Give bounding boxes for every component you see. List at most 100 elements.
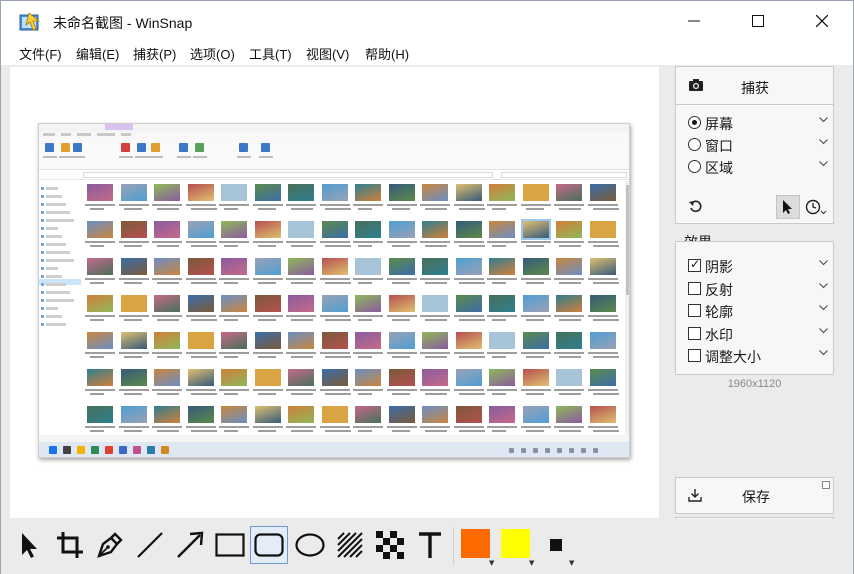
shot-thumbnail-caption (592, 282, 619, 284)
secondary-color-dropdown-icon[interactable]: ▼ (529, 559, 534, 567)
mode-region[interactable]: 区域 (688, 157, 828, 177)
effect-outline[interactable]: 轮廓 (688, 301, 828, 321)
shot-ribbon-icon (61, 143, 70, 152)
select-tool[interactable] (11, 526, 49, 564)
shot-thumbnail-grid (84, 184, 624, 442)
line-tool[interactable] (131, 526, 169, 564)
menu-view[interactable]: 视图(V) (306, 44, 349, 63)
hatch-tool[interactable] (331, 526, 369, 564)
shot-thumbnail-caption (324, 319, 351, 321)
shot-thumbnail (221, 295, 247, 312)
maximize-button[interactable] (735, 1, 781, 41)
shot-nav-item (46, 299, 74, 302)
mode-screen-radio[interactable] (688, 116, 701, 129)
menu-tools[interactable]: 工具(T) (249, 44, 292, 63)
mode-screen[interactable]: 屏幕 (688, 113, 828, 133)
shot-thumbnail-caption (224, 282, 238, 284)
shot-thumbnail (522, 332, 549, 349)
shot-thumbnail-caption (319, 278, 350, 280)
shot-thumbnail (522, 295, 549, 312)
shot-thumbnail-caption (286, 278, 316, 280)
menu-file[interactable]: 文件(F) (19, 44, 62, 63)
stroke-size-icon (550, 539, 562, 551)
stroke-size-dropdown-icon[interactable]: ▼ (569, 559, 574, 567)
effect-resize[interactable]: 调整大小 (688, 346, 828, 366)
shot-thumbnail-caption (190, 430, 217, 432)
rectangle-icon (215, 533, 245, 557)
shot-thumbnail (321, 406, 348, 423)
shot-thumbnail (589, 406, 616, 423)
shot-thumbnail (254, 332, 281, 349)
shot-thumbnail-caption (592, 208, 619, 210)
close-button[interactable] (799, 1, 845, 41)
shot-thumbnail-caption (90, 430, 104, 432)
shot-thumbnail-caption (487, 204, 517, 206)
shot-thumbnail-caption (257, 393, 276, 395)
shot-thumbnail (520, 219, 551, 240)
mode-region-radio[interactable] (688, 160, 701, 173)
effect-shadow-checkbox[interactable] (688, 257, 701, 272)
menu-edit[interactable]: 编辑(E) (76, 44, 119, 63)
shot-thumbnail-caption (123, 208, 142, 210)
pointer-button[interactable] (776, 195, 800, 219)
save-options-toggle[interactable] (822, 481, 830, 489)
shot-thumbnail (187, 406, 214, 423)
arrow-icon (177, 531, 204, 558)
shot-thumbnail-caption (252, 352, 283, 354)
title-bar[interactable]: 未命名截图 - WinSnap (1, 1, 853, 41)
shot-thumbnail (355, 221, 381, 238)
shot-thumbnail (489, 221, 515, 238)
shot-thumbnail (154, 221, 180, 238)
shot-nav-icon (41, 187, 44, 190)
mode-window[interactable]: 窗口 (688, 135, 828, 155)
effect-shadow-label: 阴影 (705, 259, 733, 275)
minimize-button[interactable] (671, 1, 717, 41)
shot-thumbnail-caption (185, 241, 216, 243)
shot-thumbnail-caption (85, 241, 115, 243)
rounded-rectangle-tool[interactable] (250, 526, 288, 564)
shot-thumbnail (388, 184, 415, 201)
shot-thumbnail-caption (190, 319, 217, 321)
undo-button[interactable] (684, 195, 708, 219)
arrow-tool[interactable] (171, 526, 209, 564)
mode-window-radio[interactable] (688, 138, 701, 151)
effect-resize-checkbox[interactable] (688, 349, 701, 362)
effect-reflection[interactable]: 反射 (688, 279, 828, 299)
save-button[interactable]: 保存 (675, 477, 834, 514)
shot-ribbon-icon (137, 143, 146, 152)
primary-color-swatch[interactable] (461, 529, 490, 558)
ellipse-tool[interactable] (291, 526, 329, 564)
pixelate-tool[interactable] (371, 526, 409, 564)
shot-thumbnail (489, 184, 515, 201)
shot-thumbnail-caption (85, 204, 115, 206)
captured-screenshot[interactable] (38, 123, 630, 458)
shot-thumbnail-caption (319, 352, 350, 354)
shot-ribbon (39, 138, 629, 170)
shot-thumbnail (221, 184, 247, 201)
capture-button[interactable]: 捕获 (676, 67, 833, 104)
shot-taskbar-icon (133, 446, 141, 454)
crop-tool[interactable] (51, 526, 89, 564)
pen-icon (97, 532, 123, 558)
rectangle-tool[interactable] (211, 526, 249, 564)
shot-tray-icon (521, 448, 526, 453)
mode-screen-label: 屏幕 (705, 116, 733, 132)
menu-options[interactable]: 选项(O) (190, 44, 235, 63)
primary-color-dropdown-icon[interactable]: ▼ (489, 559, 494, 567)
secondary-color-swatch[interactable] (501, 529, 530, 558)
timer-button[interactable] (804, 195, 828, 219)
shot-thumbnail (388, 258, 415, 275)
effect-watermark[interactable]: 水印 (688, 324, 828, 344)
pen-tool[interactable] (91, 526, 129, 564)
text-tool[interactable] (411, 526, 449, 564)
menu-help[interactable]: 帮助(H) (365, 44, 409, 63)
shot-thumbnail-caption (319, 315, 350, 317)
effect-watermark-checkbox[interactable] (688, 327, 701, 340)
menu-capture[interactable]: 捕获(P) (133, 44, 176, 63)
screenshot-canvas[interactable] (10, 67, 659, 518)
effect-outline-checkbox[interactable] (688, 304, 701, 317)
shot-thumbnail (288, 406, 314, 423)
shot-nav-item (46, 243, 66, 246)
effect-reflection-checkbox[interactable] (688, 282, 701, 295)
effect-shadow[interactable]: 阴影 (688, 256, 828, 276)
